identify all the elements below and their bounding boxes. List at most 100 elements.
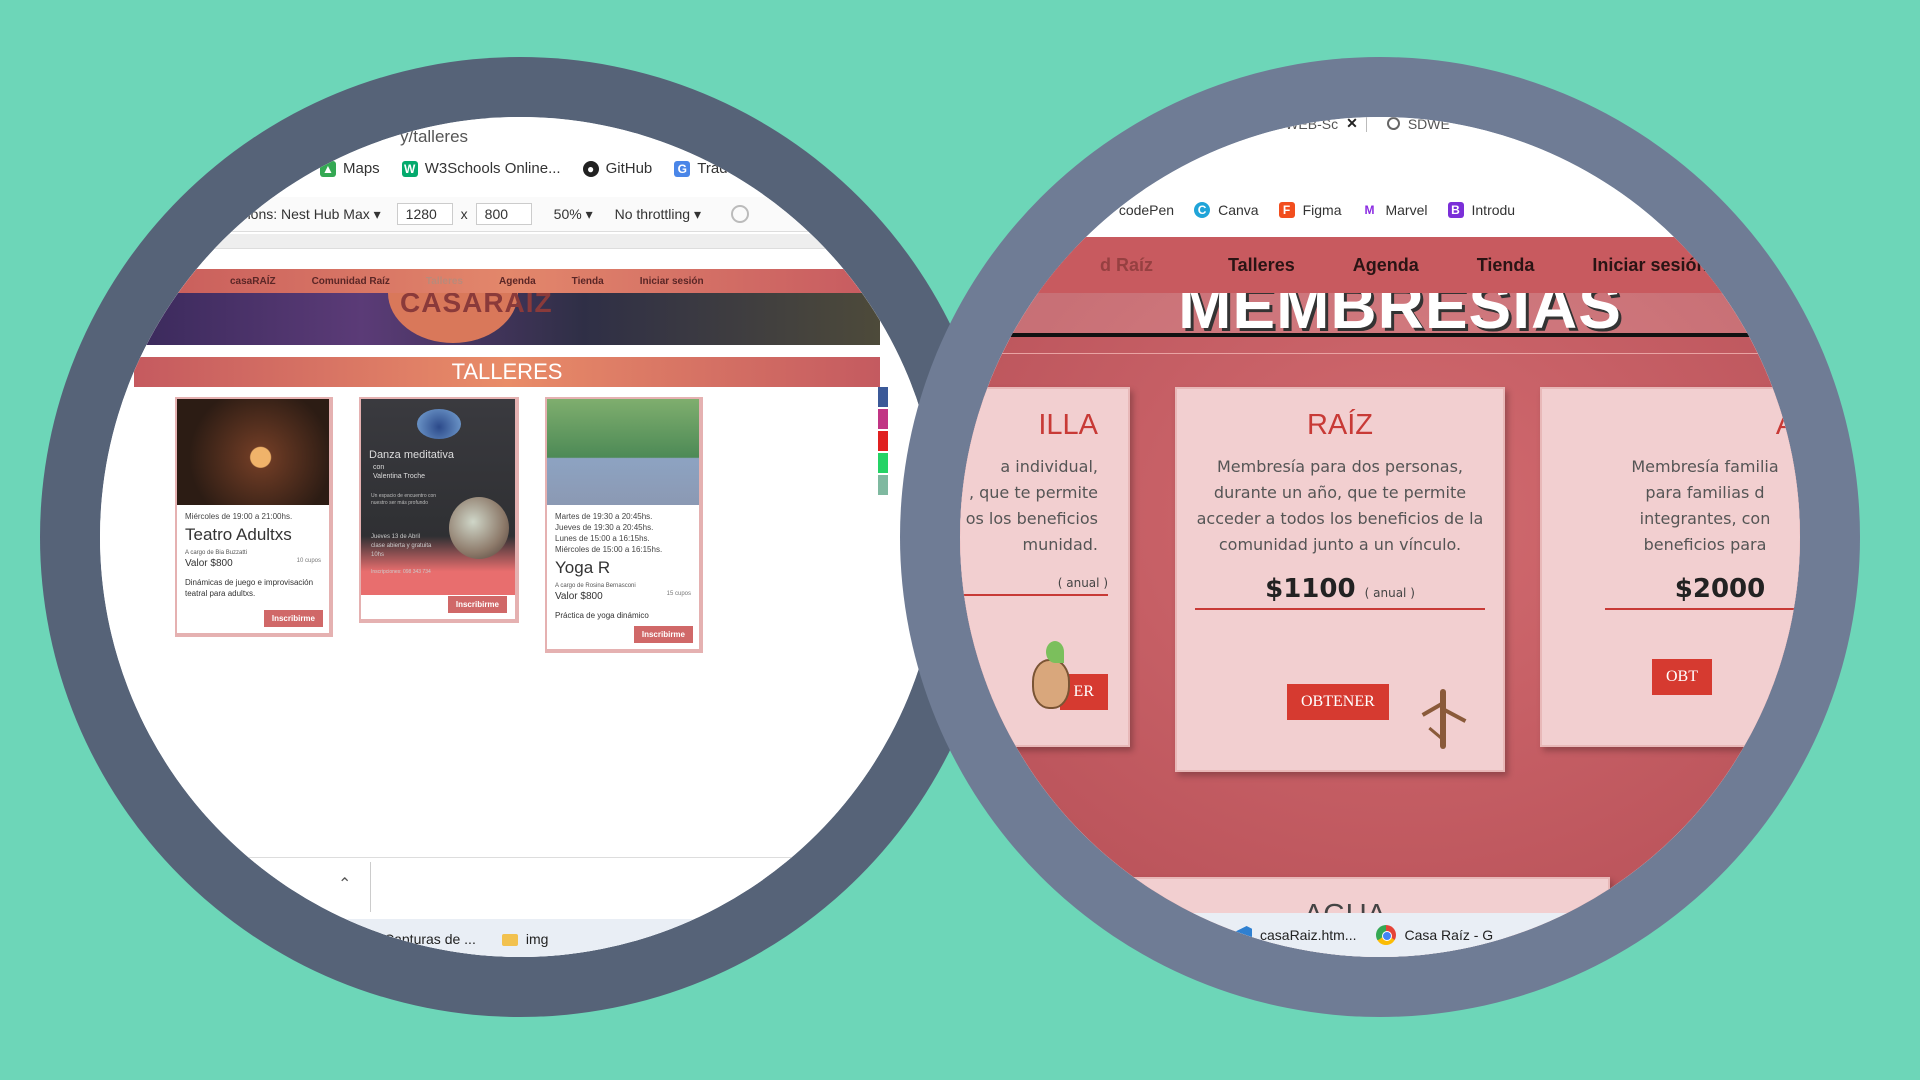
folder-icon — [501, 934, 518, 947]
tab[interactable]: egur ✕ — [1160, 117, 1225, 132]
nav-item[interactable]: casaRAÍZ — [230, 276, 276, 287]
bookmark-label: codePen — [1118, 202, 1175, 218]
nav-item-iniciar-sesion[interactable]: Iniciar sesión — [1592, 255, 1707, 276]
device-select[interactable]: ensions: Nest Hub Max ▾ — [225, 206, 381, 223]
maps-icon: ▲ — [320, 160, 336, 177]
tab-label: egur — [1168, 117, 1197, 132]
flyer-contact: Inscripciones: 098 343 734 — [371, 569, 431, 575]
workshop-card: Martes de 19:30 a 20:45hs. Jueves de 19:… — [545, 397, 703, 653]
windows-taskbar: casaRaiz.htm... Casa Raíz - G — [960, 913, 1800, 957]
youtube-icon[interactable] — [878, 431, 888, 451]
windows-taskbar: Capturas de ... img — [100, 919, 940, 957]
workshop-description: Dinámicas de juego e improvisación teatr… — [185, 578, 314, 598]
nav-item-agenda[interactable]: Agenda — [1353, 255, 1419, 276]
bookmark-github[interactable]: ● GitHub — [582, 160, 653, 177]
workshop-card: Miércoles de 19:00 a 21:00hs. Teatro Adu… — [175, 397, 333, 637]
section-title: MEMBRESÍAS — [1178, 293, 1622, 337]
membership-description: Membresía para dos personas, durante un … — [1196, 457, 1484, 554]
nav-item-talleres[interactable]: Talleres — [1228, 255, 1295, 276]
bookmark-traducir[interactable]: G Traducir — [674, 160, 752, 177]
bookmarks-bar: ▲ Maps W W3Schools Online... ● GitHub G … — [320, 160, 752, 177]
bookmark-introdu[interactable]: B Introdu — [1447, 202, 1516, 218]
obtener-button[interactable]: OBT — [1652, 659, 1712, 695]
bookmark-canva[interactable]: C Canva — [1194, 202, 1259, 218]
membership-card: RAÍZ Membresía para dos personas, durant… — [1175, 387, 1505, 772]
bookmark-label: Marvel — [1385, 202, 1428, 218]
facebook-icon[interactable] — [878, 387, 888, 407]
taskbar-item-capturas[interactable]: Capturas de ... — [360, 931, 476, 947]
nav-item[interactable]: Agenda — [499, 276, 536, 287]
workshop-photo — [547, 399, 699, 505]
workshop-description: Práctica de yoga dinámico — [555, 611, 649, 620]
nav-item[interactable]: Comunidad Raíz — [312, 276, 390, 287]
chevron-up-icon[interactable]: ⌃ — [338, 874, 351, 894]
membership-price: $2000 — [1604, 574, 1800, 610]
instagram-icon[interactable] — [878, 409, 888, 429]
tab[interactable]: SDWE — [1379, 117, 1458, 132]
figma-icon: F — [1278, 202, 1295, 218]
bookmark-maps[interactable]: ▲ Maps — [320, 160, 380, 177]
taskbar-item-img[interactable]: img — [501, 931, 549, 947]
obtener-button[interactable]: OBTENER — [1287, 684, 1389, 720]
zoom-select[interactable]: 50% ▾ — [554, 206, 593, 223]
bookmark-traducir[interactable]: G Traducir — [1000, 202, 1075, 218]
flyer-subtitle: con Valentina Troche — [373, 464, 426, 480]
throttling-select[interactable]: No throttling ▾ — [615, 206, 701, 223]
left-circle-frame: y/talleres ▲ Maps W W3Schools Online... … — [40, 57, 1000, 1017]
workshop-schedule: Martes de 19:30 a 20:45hs. Jueves de 19:… — [555, 512, 663, 554]
chrome-icon — [1376, 925, 1397, 945]
bookmark-label: Figma — [1302, 202, 1342, 218]
mountain-logo-icon — [417, 409, 461, 439]
membership-card: ÁRBO Membresía familia para familias d i… — [1540, 387, 1800, 747]
width-input[interactable]: 1280 — [396, 203, 453, 225]
devtools-device-toolbar: ensions: Nest Hub Max ▾ 1280 x 800 50% ▾… — [100, 197, 940, 232]
price-value: $1100 — [1265, 574, 1356, 604]
tab-label: SDWEB-Sc — [1265, 117, 1339, 132]
close-icon[interactable]: ✕ — [1346, 117, 1358, 132]
disable-icon[interactable] — [731, 205, 750, 223]
talleres-browser: y/talleres ▲ Maps W W3Schools Online... … — [100, 117, 940, 957]
inscribirme-button[interactable]: Inscribirme — [263, 610, 323, 627]
workshop-card-flyer: Danza meditativa con Valentina Troche Un… — [359, 397, 519, 623]
flyer-event: Jueves 13 de Abril clase abierta y gratu… — [371, 534, 432, 558]
right-circle-frame: egur ✕ SDWEB-Sc ✕ SDWE G Traducir ◇ codePen … — [900, 57, 1860, 1017]
close-icon[interactable]: ✕ — [1204, 117, 1216, 132]
globe-icon — [1386, 117, 1400, 130]
url-bar[interactable]: y/talleres — [400, 127, 468, 147]
taskbar-label: Capturas de ... — [384, 931, 476, 947]
bookmark-label: GitHub — [605, 160, 653, 177]
share-icon[interactable] — [878, 475, 888, 495]
taskbar-item-vscode[interactable]: casaRaiz.htm... — [1234, 926, 1356, 944]
tab[interactable]: SDWEB-Sc ✕ — [1237, 117, 1367, 132]
inscribirme-button[interactable]: Inscribirme — [633, 626, 693, 643]
nav-item[interactable]: d Raíz — [1100, 255, 1153, 276]
workshop-cards: Miércoles de 19:00 a 21:00hs. Teatro Adu… — [175, 397, 703, 653]
active-indicator — [1268, 953, 1308, 956]
bookmark-codepen[interactable]: ◇ codePen — [1094, 202, 1175, 218]
whatsapp-icon[interactable] — [878, 453, 888, 473]
nav-item[interactable]: Tienda — [572, 276, 604, 287]
nav-item-tienda[interactable]: Tienda — [1477, 255, 1535, 276]
zoom-label: 50% — [553, 205, 582, 222]
taskbar-label: img — [525, 931, 549, 947]
folder-icon — [360, 934, 376, 947]
membership-price-suffix: ( anual ) — [960, 576, 1108, 596]
height-input[interactable]: 800 — [475, 203, 532, 225]
workshop-title: Teatro Adultxs — [185, 525, 292, 544]
inscribirme-button[interactable]: Inscribirme — [447, 596, 507, 613]
nav-item[interactable]: Iniciar sesión — [640, 276, 704, 287]
bookmark-label: Introdu — [1471, 202, 1516, 218]
media-query-ruler[interactable] — [140, 234, 860, 249]
bookmark-w3schools[interactable]: W W3Schools Online... — [401, 160, 561, 177]
bookmark-label: Traducir — [1024, 202, 1075, 218]
taskbar-item-chrome[interactable]: Casa Raíz - G — [1376, 925, 1493, 945]
membership-title: ÁRBO — [1775, 409, 1800, 441]
bookmarks-bar: G Traducir ◇ codePen C Canva F Figma M Marvel… — [1000, 202, 1515, 218]
nav-item[interactable]: Talleres — [426, 276, 463, 287]
globe-icon — [1244, 117, 1258, 130]
right-screenshot-crop: egur ✕ SDWEB-Sc ✕ SDWE G Traducir ◇ codePen … — [960, 117, 1800, 957]
bookmark-marvel[interactable]: M Marvel — [1361, 202, 1428, 218]
workshop-teacher: A cargo de Rosina Bernasconi — [555, 583, 636, 589]
seed-icon — [1032, 641, 1072, 719]
bookmark-figma[interactable]: F Figma — [1278, 202, 1342, 218]
